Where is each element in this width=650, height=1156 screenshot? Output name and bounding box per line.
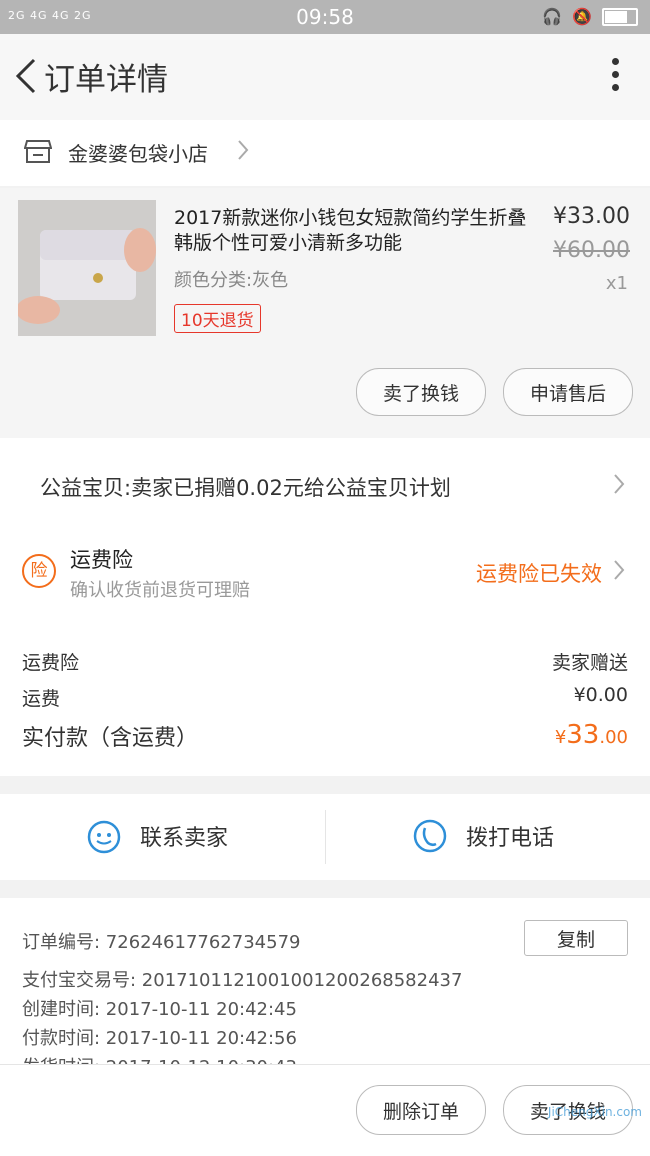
fee-row: 运费险 卖家赠送 — [22, 648, 628, 675]
phone-icon — [413, 819, 447, 853]
insurance-status: 运费险已失效 — [476, 562, 602, 586]
product-card[interactable]: 2017新款迷你小钱包女短款简约学生折叠韩版个性可爱小清新多功能 颜色分类:灰色… — [0, 188, 650, 438]
charity-text: 公益宝贝:卖家已捐赠0.02元给公益宝贝计划 — [40, 476, 451, 500]
mute-icon: 🔕 — [572, 7, 592, 26]
call-phone-button[interactable]: 拨打电话 — [412, 818, 554, 854]
divider — [325, 810, 326, 864]
charity-row[interactable]: 公益宝贝:卖家已捐赠0.02元给公益宝贝计划 — [0, 438, 650, 534]
order-number: 订单编号: 72624617762734579 — [22, 932, 301, 953]
return-policy-badge: 10天退货 — [174, 304, 261, 333]
fee-summary: 运费险 卖家赠送 运费 ¥0.00 实付款（含运费） ¥33.00 — [0, 618, 650, 776]
paid-time: 付款时间: 2017-10-11 20:42:56 — [22, 1028, 297, 1049]
fee-label: 运费险 — [22, 652, 80, 674]
total-dec: .00 — [599, 727, 628, 748]
product-price: ¥33.00 — [553, 204, 630, 229]
order-info: 订单编号: 72624617762734579 复制 支付宝交易号: 20171… — [0, 898, 650, 1068]
more-dots-icon — [612, 58, 619, 65]
fee-row: 运费 ¥0.00 — [22, 684, 628, 711]
chevron-right-icon — [614, 560, 625, 580]
insurance-icon: 险 — [22, 554, 56, 588]
more-menu-button[interactable] — [612, 58, 620, 98]
total-row: 实付款（含运费） ¥33.00 — [22, 720, 628, 752]
chevron-right-icon — [238, 140, 249, 160]
contact-bar: 联系卖家 拨打电话 — [0, 794, 650, 880]
total-amount: ¥33.00 — [555, 720, 628, 752]
created-time: 创建时间: 2017-10-11 20:42:45 — [22, 999, 297, 1020]
insurance-title: 运费险 — [70, 548, 133, 572]
delete-order-button[interactable]: 删除订单 — [356, 1085, 486, 1135]
copy-button[interactable]: 复制 — [524, 920, 628, 956]
store-name: 金婆婆包袋小店 — [68, 142, 208, 166]
battery-icon — [602, 7, 638, 26]
total-int: 33 — [566, 720, 600, 750]
store-icon — [24, 140, 52, 163]
fee-value: 卖家赠送 — [551, 652, 628, 674]
watermark: JiChengXin.com — [547, 1105, 642, 1119]
contact-seller-button[interactable]: 联系卖家 — [86, 818, 228, 854]
status-bar: 2G 4G 4G 2G 09:58 🎧 🔕 — [0, 0, 650, 34]
store-row[interactable]: 金婆婆包袋小店 — [0, 120, 650, 186]
back-button[interactable] — [12, 56, 42, 96]
product-image[interactable] — [18, 200, 156, 336]
fee-label: 运费 — [22, 688, 61, 710]
alipay-number: 支付宝交易号: 2017101121001001200268582437 — [22, 970, 463, 991]
page-title: 订单详情 — [44, 62, 168, 98]
shipping-insurance-row[interactable]: 险 运费险 确认收货前退货可理赔 运费险已失效 — [0, 534, 650, 618]
total-currency: ¥ — [554, 727, 567, 748]
after-sale-button[interactable]: 申请售后 — [503, 368, 633, 416]
chevron-left-icon — [15, 58, 36, 94]
insurance-subtitle: 确认收货前退货可理赔 — [70, 580, 250, 601]
bottom-action-bar: 删除订单 卖了换钱 JiChengXin.com — [0, 1064, 650, 1156]
sell-button[interactable]: 卖了换钱 — [356, 368, 486, 416]
product-variant: 颜色分类:灰色 — [174, 270, 289, 291]
contact-seller-label: 联系卖家 — [140, 826, 229, 851]
nav-header: 订单详情 — [0, 34, 650, 120]
total-label: 实付款（含运费） — [22, 726, 199, 751]
status-icons: 🎧 🔕 — [542, 7, 638, 26]
call-phone-label: 拨打电话 — [466, 826, 555, 851]
fee-value: ¥0.00 — [573, 684, 628, 706]
headset-icon: 🎧 — [542, 7, 563, 26]
product-title: 2017新款迷你小钱包女短款简约学生折叠韩版个性可爱小清新多功能 — [174, 207, 527, 254]
original-price: ¥60.00 — [553, 238, 630, 263]
chevron-right-icon — [614, 474, 625, 494]
product-quantity: x1 — [605, 273, 628, 294]
chat-icon — [87, 820, 121, 854]
